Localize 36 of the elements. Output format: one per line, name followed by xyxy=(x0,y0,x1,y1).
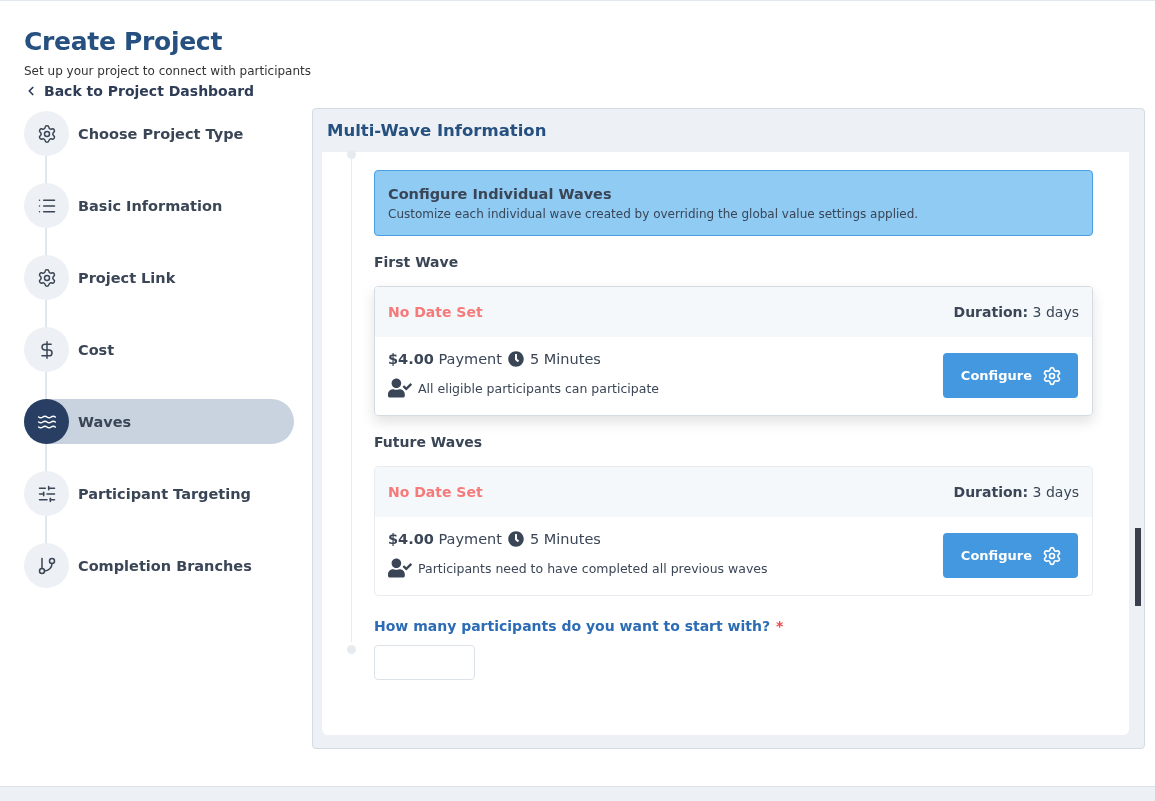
required-mark: * xyxy=(776,618,784,634)
clock-icon xyxy=(507,351,524,367)
settings-icon xyxy=(1042,545,1062,566)
user-check-icon xyxy=(388,376,412,400)
time-text: 5 Minutes xyxy=(529,351,601,367)
info-title: Configure Individual Waves xyxy=(388,186,613,202)
settings-icon xyxy=(1042,365,1062,386)
date-status: No Date Set xyxy=(388,484,483,500)
step-item[interactable]: Basic Information xyxy=(24,183,294,228)
date-status: No Date Set xyxy=(388,304,483,320)
duration-text: Duration: 3 days xyxy=(953,304,1079,320)
step-item[interactable]: Project Link xyxy=(24,255,294,300)
scrollbar-thumb[interactable] xyxy=(1135,528,1141,606)
step-item[interactable]: Choose Project Type xyxy=(24,111,294,156)
time-text: 5 Minutes xyxy=(529,531,601,547)
page-subtitle: Set up your project to connect with participants xyxy=(24,64,312,78)
step-item[interactable]: Cost xyxy=(24,327,294,372)
step-item[interactable]: Completion Branches xyxy=(24,543,294,588)
back-link[interactable]: Back to Project Dashboard xyxy=(24,83,255,99)
page-title: Create Project xyxy=(24,27,224,56)
duration-text: Duration: 3 days xyxy=(953,484,1079,500)
waves-icon xyxy=(24,399,69,444)
payment-text: $4.00 Payment xyxy=(388,531,502,547)
eligibility-text: All eligible participants can participate xyxy=(418,380,659,396)
info-text: Customize each individual wave created by overriding the global value settings applied. xyxy=(388,207,920,221)
step-item[interactable]: Waves xyxy=(24,399,294,444)
payment-text: $4.00 Payment xyxy=(388,351,502,367)
clock-icon xyxy=(507,531,524,547)
participants-input[interactable] xyxy=(374,645,475,680)
user-check-icon xyxy=(388,556,412,580)
eligibility-text: Participants need to have completed all previous waves xyxy=(418,560,768,576)
wave-heading: First Wave xyxy=(374,254,460,270)
step-item[interactable]: Participant Targeting xyxy=(24,471,294,516)
wave-heading: Future Waves xyxy=(374,434,484,450)
question-label: How many participants do you want to start with? xyxy=(374,618,771,634)
panel-title: Multi-Wave Information xyxy=(326,120,548,142)
